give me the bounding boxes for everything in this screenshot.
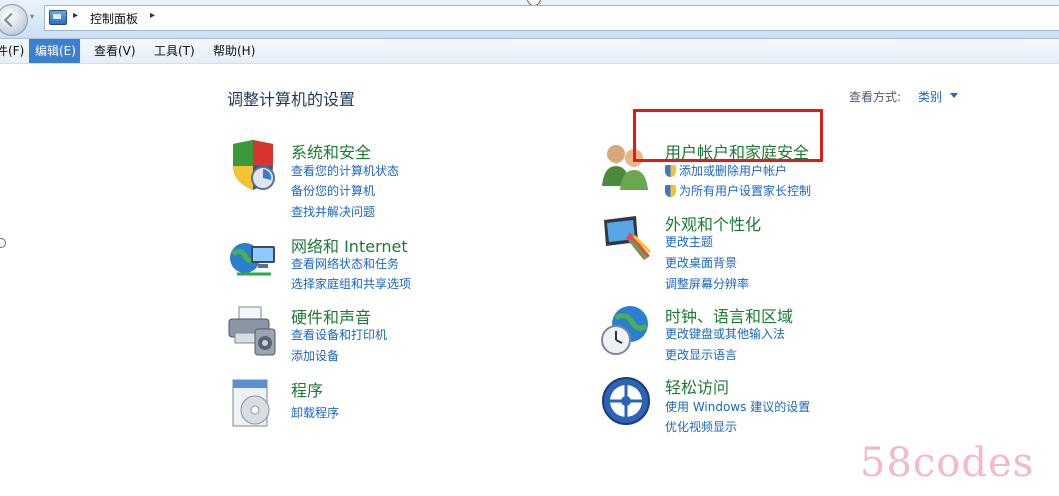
breadcrumb-arrow-next[interactable]: ▸ xyxy=(150,10,155,21)
link-devices-printers[interactable]: 查看设备和打印机 xyxy=(291,326,387,343)
path-box[interactable]: ▸ 控制面板 ▸ xyxy=(44,5,1059,31)
category-title[interactable]: 程序 xyxy=(291,377,323,401)
shield-security-icon[interactable] xyxy=(227,140,279,192)
link-troubleshoot[interactable]: 查找并解决问题 xyxy=(291,203,375,220)
view-by-dropdown[interactable]: 类别 xyxy=(918,88,942,105)
programs-disc-icon[interactable] xyxy=(227,378,279,430)
network-globe-icon[interactable] xyxy=(227,234,279,286)
breadcrumb-arrow[interactable]: ▸ xyxy=(73,10,78,21)
category-title[interactable]: 外观和个性化 xyxy=(665,211,761,235)
menu-help[interactable]: 帮助(H) xyxy=(208,39,260,63)
clock-globe-icon[interactable] xyxy=(600,304,652,356)
ease-of-access-icon[interactable] xyxy=(600,375,652,427)
link-windows-recommended[interactable]: 使用 Windows 建议的设置 xyxy=(665,398,810,415)
view-by-label: 查看方式: xyxy=(849,90,902,104)
recent-pages-dropdown[interactable]: ▾ xyxy=(30,12,34,21)
category-title[interactable]: 硬件和声音 xyxy=(291,304,371,328)
breadcrumb-control-panel[interactable]: 控制面板 xyxy=(90,10,138,27)
chevron-down-icon[interactable] xyxy=(950,93,958,98)
category-title[interactable]: 轻松访问 xyxy=(665,374,729,398)
link-add-remove-accounts[interactable]: 添加或删除用户帐户 xyxy=(665,162,787,179)
category-title[interactable]: 时钟、语言和区域 xyxy=(665,303,793,327)
link-text[interactable]: 添加或删除用户帐户 xyxy=(679,164,787,178)
link-uninstall[interactable]: 卸载程序 xyxy=(291,404,339,421)
watermark-text: 58codes xyxy=(860,440,1035,486)
annotation-highlight-box xyxy=(633,109,823,162)
link-check-status[interactable]: 查看您的计算机状态 xyxy=(291,162,399,179)
link-screen-resolution[interactable]: 调整屏幕分辨率 xyxy=(665,275,749,292)
link-display-language[interactable]: 更改显示语言 xyxy=(665,346,737,363)
link-change-theme[interactable]: 更改主题 xyxy=(665,233,713,250)
appearance-monitor-icon[interactable] xyxy=(600,212,652,264)
uac-shield-icon xyxy=(665,185,676,197)
link-backup[interactable]: 备份您的计算机 xyxy=(291,182,375,199)
uac-shield-icon xyxy=(665,165,676,177)
link-optimize-display[interactable]: 优化视频显示 xyxy=(665,418,737,435)
menu-bar: 件(F) 编辑(E) 查看(V) 工具(T) 帮助(H) xyxy=(0,39,1059,64)
back-button[interactable] xyxy=(0,4,28,36)
category-title[interactable]: 系统和安全 xyxy=(291,139,371,163)
link-keyboard-input[interactable]: 更改键盘或其他输入法 xyxy=(665,325,785,342)
link-desktop-background[interactable]: 更改桌面背景 xyxy=(665,254,737,271)
menu-edit[interactable]: 编辑(E) xyxy=(29,39,80,63)
left-pane-fragment xyxy=(0,238,6,248)
link-parental-controls[interactable]: 为所有用户设置家长控制 xyxy=(665,182,811,199)
control-panel-icon xyxy=(49,10,67,25)
link-add-device[interactable]: 添加设备 xyxy=(291,347,339,364)
link-text[interactable]: 为所有用户设置家长控制 xyxy=(679,184,811,198)
link-homegroup[interactable]: 选择家庭组和共享选项 xyxy=(291,275,411,292)
category-title[interactable]: 网络和 Internet xyxy=(291,233,408,257)
printer-speaker-icon[interactable] xyxy=(227,305,279,357)
menu-view[interactable]: 查看(V) xyxy=(89,39,141,63)
link-network-status[interactable]: 查看网络状态和任务 xyxy=(291,255,399,272)
menu-file[interactable]: 件(F) xyxy=(0,39,29,63)
page-title: 调整计算机的设置 xyxy=(227,90,356,109)
menu-tools[interactable]: 工具(T) xyxy=(149,39,200,63)
address-bar: ▾ ▸ 控制面板 ▸ xyxy=(0,0,1059,39)
